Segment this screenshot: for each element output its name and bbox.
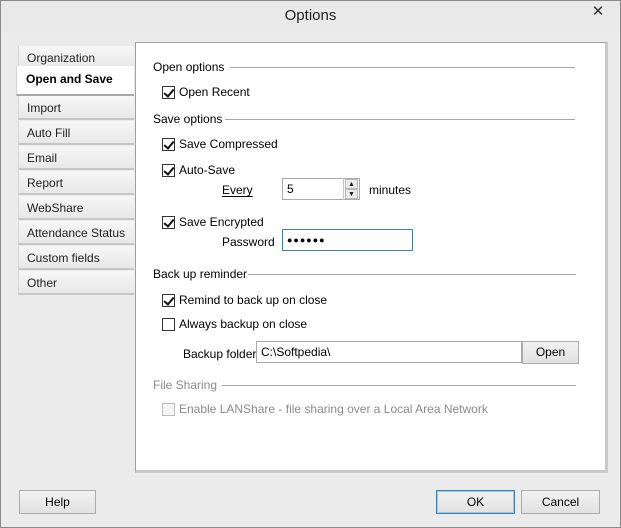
save-encrypted-label: Save Encrypted (179, 215, 264, 229)
divider (248, 274, 576, 275)
window-title: Options (284, 7, 337, 24)
save-compressed-label: Save Compressed (179, 137, 278, 151)
sidebar-item-webshare[interactable]: WebShare (18, 196, 134, 220)
open-options-header: Open options (153, 60, 225, 74)
divider (225, 119, 575, 120)
sidebar-item-other[interactable]: Other (18, 271, 134, 295)
cancel-button[interactable]: Cancel (521, 490, 600, 514)
help-button[interactable]: Help (19, 490, 96, 514)
sidebar-item-custom-fields[interactable]: Custom fields (18, 246, 134, 270)
divider (222, 385, 576, 386)
open-recent-checkbox[interactable]: Open Recent (162, 85, 250, 99)
checkbox-box[interactable] (162, 85, 175, 99)
always-backup-checkbox[interactable]: Always backup on close (162, 317, 307, 331)
checkbox-box[interactable] (162, 215, 175, 229)
checkbox-box[interactable] (162, 163, 175, 177)
file-sharing-header: File Sharing (153, 378, 218, 392)
sidebar-item-open-and-save[interactable]: Open and Save (16, 66, 134, 96)
checkbox-box[interactable] (162, 402, 175, 416)
backup-folder-label: Backup folder (183, 347, 257, 361)
sidebar: Organization Open and Save Import Auto F… (16, 42, 135, 476)
open-folder-button[interactable]: Open (522, 341, 579, 364)
open-recent-label: Open Recent (179, 85, 250, 99)
lanshare-checkbox[interactable]: Enable LANShare - file sharing over a Lo… (162, 402, 488, 416)
checkbox-box[interactable] (162, 317, 175, 331)
minutes-label: minutes (369, 183, 412, 197)
checkbox-box[interactable] (162, 137, 175, 151)
close-icon[interactable]: ✕ (584, 1, 612, 23)
save-encrypted-checkbox[interactable]: Save Encrypted (162, 215, 264, 229)
password-label: Password (222, 235, 275, 249)
backup-reminder-header: Back up reminder (153, 267, 248, 281)
sidebar-item-email[interactable]: Email (18, 146, 134, 170)
remind-backup-label: Remind to back up on close (179, 293, 328, 307)
divider (230, 67, 575, 68)
ok-button[interactable]: OK (436, 490, 515, 514)
sidebar-item-attendance-status[interactable]: Attendance Status (18, 221, 134, 245)
spin-down-icon[interactable]: ▼ (345, 189, 358, 199)
sidebar-item-import[interactable]: Import (18, 96, 134, 120)
save-options-header: Save options (153, 112, 223, 126)
sidebar-item-auto-fill[interactable]: Auto Fill (18, 121, 134, 145)
save-compressed-checkbox[interactable]: Save Compressed (162, 137, 278, 151)
options-window: Options ✕ Organization Open and Save Imp… (0, 0, 621, 528)
lanshare-label: Enable LANShare - file sharing over a Lo… (179, 402, 488, 416)
remind-backup-checkbox[interactable]: Remind to back up on close (162, 293, 327, 307)
sidebar-item-report[interactable]: Report (18, 171, 134, 195)
interval-spinner[interactable]: ▲ ▼ (343, 178, 359, 200)
always-backup-label: Always backup on close (179, 317, 308, 331)
options-panel: Open options Open Recent Save options Sa… (135, 42, 608, 473)
password-field[interactable]: ●●●●●● (282, 229, 413, 251)
every-label: Every (222, 183, 253, 197)
checkbox-box[interactable] (162, 293, 175, 307)
backup-folder-input[interactable]: C:\Softpedia\ (256, 341, 522, 363)
title-bar[interactable]: Options ✕ (1, 1, 620, 32)
spin-up-icon[interactable]: ▲ (345, 179, 358, 189)
auto-save-label: Auto-Save (179, 163, 236, 177)
auto-save-checkbox[interactable]: Auto-Save (162, 163, 235, 177)
